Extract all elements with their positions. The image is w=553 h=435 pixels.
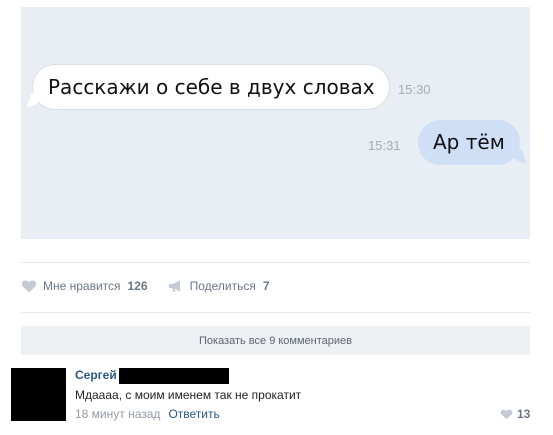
avatar[interactable] bbox=[11, 368, 66, 421]
outgoing-message-text: Ар тём bbox=[433, 130, 505, 154]
comment-like-count: 13 bbox=[517, 407, 531, 421]
share-count: 7 bbox=[262, 279, 270, 293]
share-button[interactable]: Поделиться 7 bbox=[168, 279, 270, 293]
share-label: Поделиться bbox=[189, 279, 256, 293]
post-actions: Мне нравится 126 Поделиться 7 bbox=[21, 278, 290, 294]
heart-icon bbox=[21, 280, 37, 293]
comment-meta: 18 минут назад Ответить bbox=[75, 407, 220, 421]
outgoing-message-bubble: Ар тём bbox=[418, 120, 520, 165]
divider bbox=[21, 262, 530, 263]
incoming-message-time: 15:30 bbox=[398, 82, 431, 97]
redaction-bar bbox=[119, 368, 229, 384]
post-image-chat-screenshot[interactable]: Расскажи о себе в двух словах 15:30 15:3… bbox=[21, 7, 530, 239]
divider bbox=[21, 312, 530, 313]
incoming-message-bubble: Расскажи о себе в двух словах bbox=[33, 65, 389, 109]
show-all-comments-button[interactable]: Показать все 9 комментариев bbox=[21, 326, 530, 355]
comment-time[interactable]: 18 минут назад bbox=[75, 407, 160, 421]
megaphone-icon bbox=[168, 280, 180, 292]
like-label: Мне нравится bbox=[43, 279, 121, 293]
comment-author[interactable]: Сергей bbox=[75, 368, 117, 382]
heart-icon bbox=[500, 409, 513, 420]
comment-like-button[interactable]: 13 bbox=[500, 407, 530, 421]
like-count: 126 bbox=[127, 279, 148, 293]
incoming-message-text: Расскажи о себе в двух словах bbox=[48, 75, 375, 99]
reply-button[interactable]: Ответить bbox=[168, 407, 219, 421]
comment-text: Мдаааа, с моим именем так не прокатит bbox=[75, 388, 302, 402]
outgoing-message-time: 15:31 bbox=[368, 138, 401, 153]
like-button[interactable]: Мне нравится 126 bbox=[21, 279, 148, 293]
